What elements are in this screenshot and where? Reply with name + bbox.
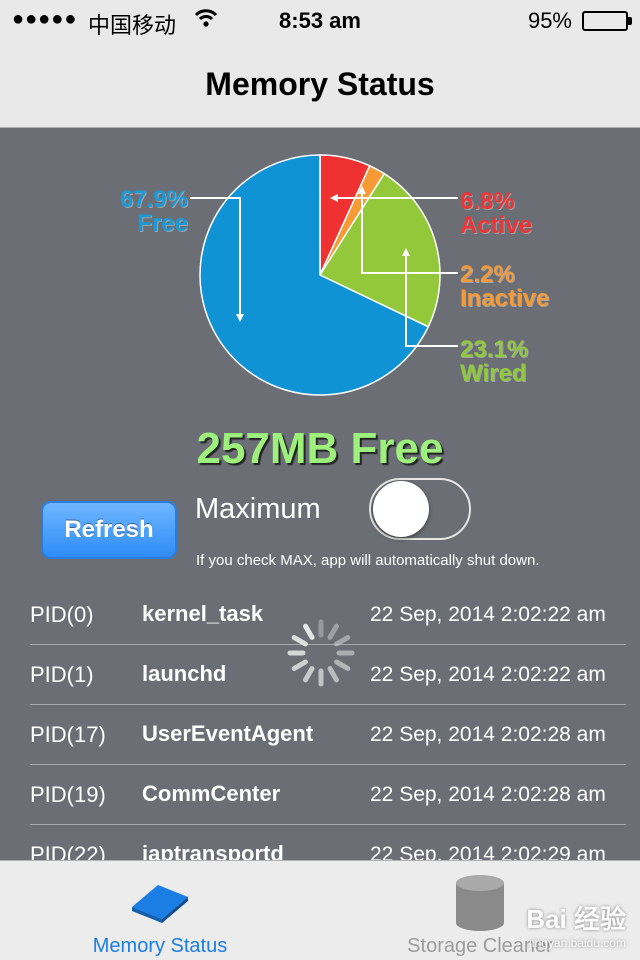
tab-memory-status[interactable]: Memory Status [0, 861, 320, 960]
wired-slice-label: 23.1% Wired [460, 338, 528, 386]
status-bar: ●●●●● 中国移动 8:53 am 95% [0, 0, 640, 40]
tab-memory-status-label: Memory Status [92, 935, 228, 957]
table-row[interactable]: PID(19) CommCenter 22 Sep, 2014 2:02:28 … [0, 765, 640, 825]
battery-icon [582, 11, 632, 31]
process-start-date: 22 Sep, 2014 2:02:22 am [370, 603, 606, 626]
active-percent: 6.8% [460, 188, 515, 215]
process-start-date: 22 Sep, 2014 2:02:22 am [370, 663, 606, 686]
toggle-knob[interactable] [373, 481, 429, 537]
process-pid: PID(0) [30, 602, 94, 627]
spinner-spoke [303, 666, 315, 683]
process-start-date: 22 Sep, 2014 2:02:28 am [370, 783, 606, 806]
free-percent: 67.9% [119, 186, 188, 213]
watermark-sub: jingyan.baidu.com [529, 936, 626, 950]
spinner-spoke [327, 666, 339, 683]
process-pid: PID(22) [30, 842, 106, 860]
navigation-bar: Memory Status [0, 40, 640, 128]
inactive-label: Inactive [460, 285, 550, 312]
watermark-text: Bai 经验 [526, 904, 626, 934]
memory-chip-icon [132, 885, 188, 923]
spinner-spoke [291, 659, 308, 671]
database-icon [456, 875, 504, 931]
process-start-date: 22 Sep, 2014 2:02:29 am [370, 843, 606, 860]
process-name: UserEventAgent [142, 721, 314, 746]
free-memory-amount: 257MB Free [196, 424, 444, 473]
process-name: kernel_task [142, 601, 264, 626]
battery-percent: 95% [527, 8, 572, 33]
baidu-watermark: Bai 经验 jingyan.baidu.com [526, 899, 626, 950]
inactive-slice-label: 2.2% Inactive [460, 263, 549, 311]
maximum-label: Maximum [195, 493, 321, 525]
page-title: Memory Status [205, 66, 435, 102]
process-name: launchd [142, 661, 227, 686]
free-label: Free [137, 210, 188, 237]
active-label: Active [460, 212, 533, 239]
active-slice-label: 6.8% Active [460, 190, 532, 238]
wired-percent: 23.1% [460, 336, 529, 363]
spinner-spoke [334, 635, 351, 647]
memory-pie-chart: 67.9% Free 6.8% Active 2.2% Inactive 23.… [0, 128, 640, 418]
spinner-spoke [291, 635, 308, 647]
spinner-spoke [327, 623, 339, 640]
process-start-date: 22 Sep, 2014 2:02:28 am [370, 723, 606, 746]
refresh-button[interactable]: Refresh [41, 501, 177, 559]
maximum-toggle[interactable] [369, 478, 471, 540]
process-name: CommCenter [142, 781, 281, 806]
tab-bar: Memory Status Storage Cleaner Bai 经验 jin… [0, 860, 640, 960]
maximum-note: If you check MAX, app will automatically… [196, 552, 540, 569]
table-row[interactable]: PID(17) UserEventAgent 22 Sep, 2014 2:02… [0, 705, 640, 765]
wired-label: Wired [460, 360, 527, 387]
inactive-percent: 2.2% [460, 261, 515, 288]
process-name: iaptransportd [142, 841, 284, 860]
process-pid: PID(1) [30, 662, 94, 687]
table-row[interactable]: PID(22) iaptransportd 22 Sep, 2014 2:02:… [0, 825, 640, 860]
spinner-spoke [334, 659, 351, 671]
loading-spinner-icon [287, 619, 355, 687]
spinner-spoke [303, 623, 315, 640]
process-pid: PID(17) [30, 722, 106, 747]
free-slice-label: 67.9% Free [120, 188, 188, 236]
process-pid: PID(19) [30, 782, 106, 807]
